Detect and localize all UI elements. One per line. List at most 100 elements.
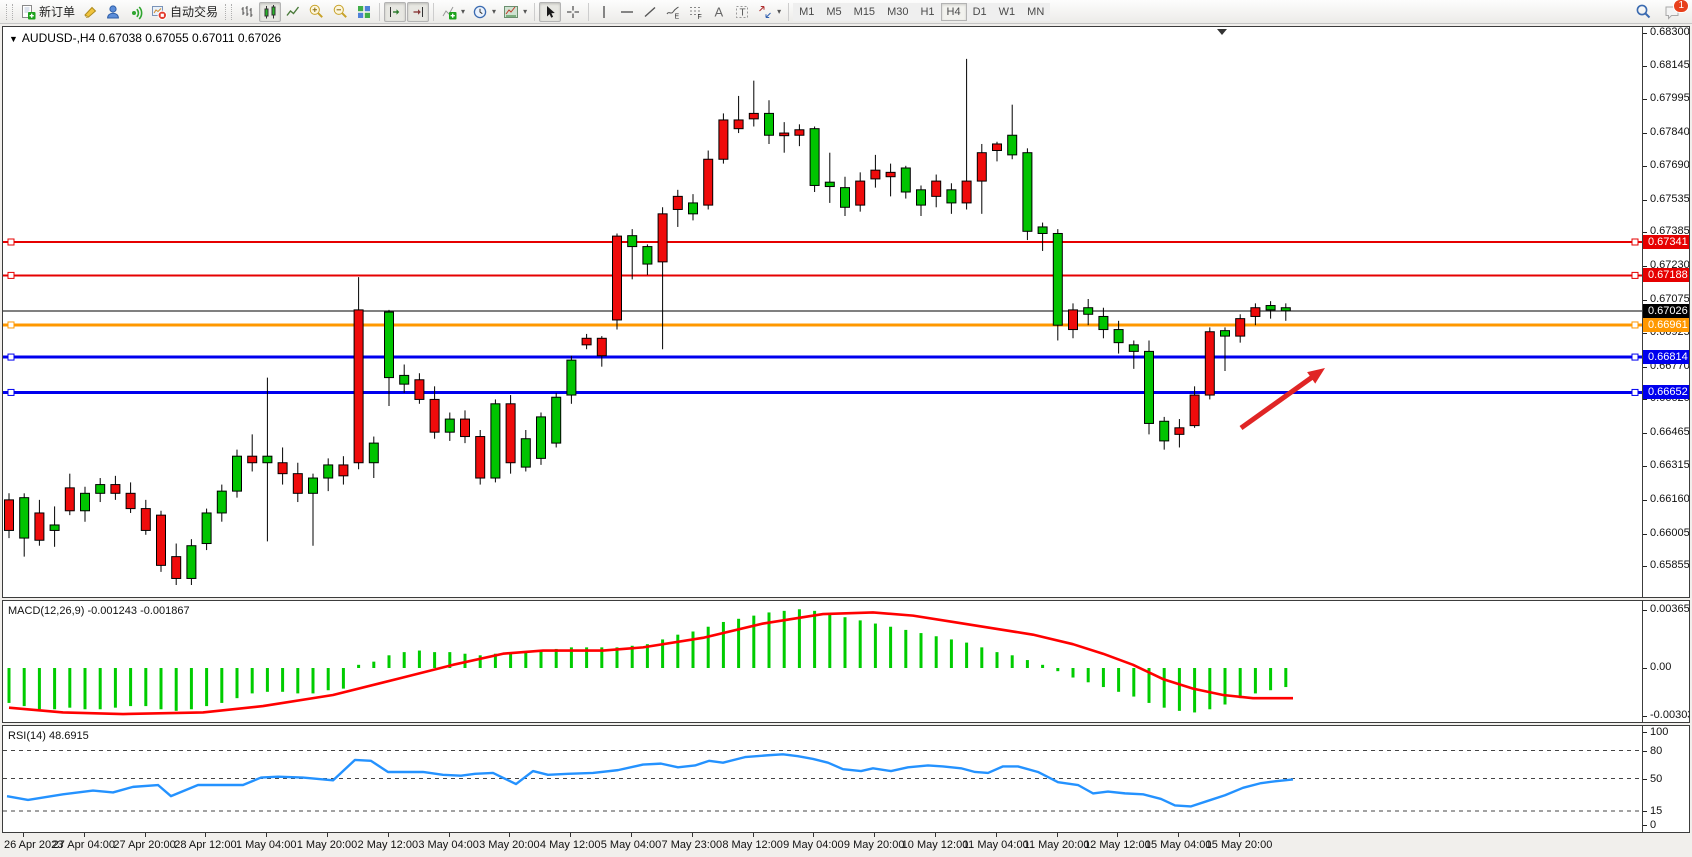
trendline-tool-button[interactable] xyxy=(639,2,661,22)
timeframe-h4[interactable]: H4 xyxy=(941,3,967,21)
line-handle[interactable] xyxy=(8,239,14,245)
channel-icon: E xyxy=(665,4,681,20)
signals-button[interactable] xyxy=(125,2,147,22)
timeframe-m30[interactable]: M30 xyxy=(881,3,914,21)
candle-body xyxy=(871,170,880,179)
crosshair-tool-button[interactable] xyxy=(562,2,584,22)
line-handle[interactable] xyxy=(1632,389,1638,395)
price-tick-label: 0.67535 xyxy=(1650,193,1689,205)
search-button[interactable] xyxy=(1632,2,1655,22)
candle-body xyxy=(35,513,44,540)
candle-body xyxy=(780,133,789,136)
timeframe-d1[interactable]: D1 xyxy=(967,3,993,21)
price-axis[interactable]: 0.683000.681450.679950.678400.676900.675… xyxy=(1642,27,1689,597)
auto-scroll-button[interactable] xyxy=(384,2,406,22)
candle-body xyxy=(901,168,910,192)
equidistant-channel-tool-button[interactable]: E xyxy=(662,2,684,22)
community-button[interactable] xyxy=(102,2,124,22)
candle-body xyxy=(1129,345,1138,352)
candle-body xyxy=(628,236,637,247)
timeframe-m15[interactable]: M15 xyxy=(848,3,881,21)
new-order-button[interactable]: 新订单 xyxy=(17,2,78,22)
candle-body xyxy=(886,172,895,176)
macd-axis: 0.0036550.00-0.00303 xyxy=(1642,601,1689,722)
zoom-in-button[interactable] xyxy=(305,2,328,22)
time-axis[interactable]: 26 Apr 202327 Apr 04:0027 Apr 20:0028 Ap… xyxy=(2,833,1690,857)
price-tick-label: 0.66465 xyxy=(1650,426,1689,438)
timeframe-w1[interactable]: W1 xyxy=(993,3,1022,21)
bar-chart-icon xyxy=(239,4,255,20)
crayon-marker-button[interactable] xyxy=(79,2,101,22)
line-handle[interactable] xyxy=(1632,322,1638,328)
horizontal-line-tool-button[interactable] xyxy=(616,2,638,22)
svg-text:A: A xyxy=(715,4,724,19)
chat-button[interactable]: 1 xyxy=(1661,2,1684,22)
macd-chart[interactable] xyxy=(3,601,1643,722)
fibonacci-tool-button[interactable]: F xyxy=(685,2,707,22)
line-handle[interactable] xyxy=(8,322,14,328)
line-handle[interactable] xyxy=(8,354,14,360)
bar-chart-mode-button[interactable] xyxy=(236,2,258,22)
chart-shift-marker-icon[interactable] xyxy=(1217,29,1227,35)
autotrading-button[interactable]: 自动交易 xyxy=(148,2,221,22)
indicators-icon xyxy=(441,4,457,20)
candlestick-chart[interactable] xyxy=(3,27,1643,597)
macd-plot[interactable]: MACD(12,26,9) -0.001243 -0.001867 xyxy=(3,601,1643,722)
clock-icon xyxy=(472,4,488,20)
line-chart-mode-button[interactable] xyxy=(282,2,304,22)
timeframe-m1[interactable]: M1 xyxy=(793,3,820,21)
candle-body xyxy=(476,437,485,478)
vertical-line-tool-button[interactable] xyxy=(593,2,615,22)
chart-shift-button[interactable] xyxy=(407,2,429,22)
trend-arrow-annotation[interactable] xyxy=(1241,376,1314,428)
text-label-tool-button[interactable]: T xyxy=(731,2,753,22)
chevron-down-icon: ▾ xyxy=(777,7,781,16)
candle-body xyxy=(810,129,819,186)
timeframe-m5[interactable]: M5 xyxy=(820,3,847,21)
chart-shift-icon xyxy=(410,4,426,20)
rsi-plot[interactable]: RSI(14) 48.6915 xyxy=(3,726,1643,832)
zoom-out-button[interactable] xyxy=(329,2,352,22)
trendline-icon xyxy=(642,4,658,20)
macd-axis-label: 0.00 xyxy=(1650,661,1671,673)
arrows-icon xyxy=(757,4,773,20)
zoom-out-icon xyxy=(332,3,349,20)
text-tool-button[interactable]: A xyxy=(708,2,730,22)
candle-body xyxy=(172,557,181,579)
line-handle[interactable] xyxy=(1632,354,1638,360)
candle-body xyxy=(1175,428,1184,435)
main-chart-plot[interactable]: ▼AUDUSD-,H4 0.67038 0.67055 0.67011 0.67… xyxy=(3,27,1643,597)
tile-windows-button[interactable] xyxy=(353,2,375,22)
candle-body xyxy=(1053,233,1062,325)
chevron-down-icon: ▾ xyxy=(461,7,465,16)
chat-badge: 1 xyxy=(1673,0,1689,13)
line-handle[interactable] xyxy=(8,389,14,395)
timeframe-h1[interactable]: H1 xyxy=(914,3,940,21)
rsi-chart[interactable] xyxy=(3,726,1643,832)
candle-body xyxy=(658,214,667,262)
candle-body xyxy=(1023,153,1032,232)
candle-body xyxy=(96,485,105,494)
periods-button[interactable]: ▾ xyxy=(469,2,499,22)
cursor-tool-button[interactable] xyxy=(539,2,561,22)
templates-button[interactable]: ▾ xyxy=(500,2,530,22)
candle-body xyxy=(689,203,698,214)
candle-body xyxy=(157,515,166,565)
timeframe-mn[interactable]: MN xyxy=(1021,3,1050,21)
indicators-button[interactable]: ▾ xyxy=(438,2,468,22)
line-handle[interactable] xyxy=(8,272,14,278)
line-handle[interactable] xyxy=(1632,272,1638,278)
candle-body xyxy=(977,153,986,181)
arrows-tool-button[interactable]: ▾ xyxy=(754,2,784,22)
candlestick-mode-button[interactable] xyxy=(259,2,281,22)
candle-body xyxy=(111,485,120,494)
candle-body xyxy=(1236,319,1245,336)
line-handle[interactable] xyxy=(1632,239,1638,245)
candle-body xyxy=(673,196,682,209)
cursor-icon xyxy=(542,4,558,20)
candlestick-icon xyxy=(262,4,278,20)
candle-body xyxy=(369,443,378,463)
person-icon xyxy=(105,4,121,20)
macd-label: MACD(12,26,9) -0.001243 -0.001867 xyxy=(8,605,190,617)
price-tick-label: 0.66315 xyxy=(1650,459,1689,471)
